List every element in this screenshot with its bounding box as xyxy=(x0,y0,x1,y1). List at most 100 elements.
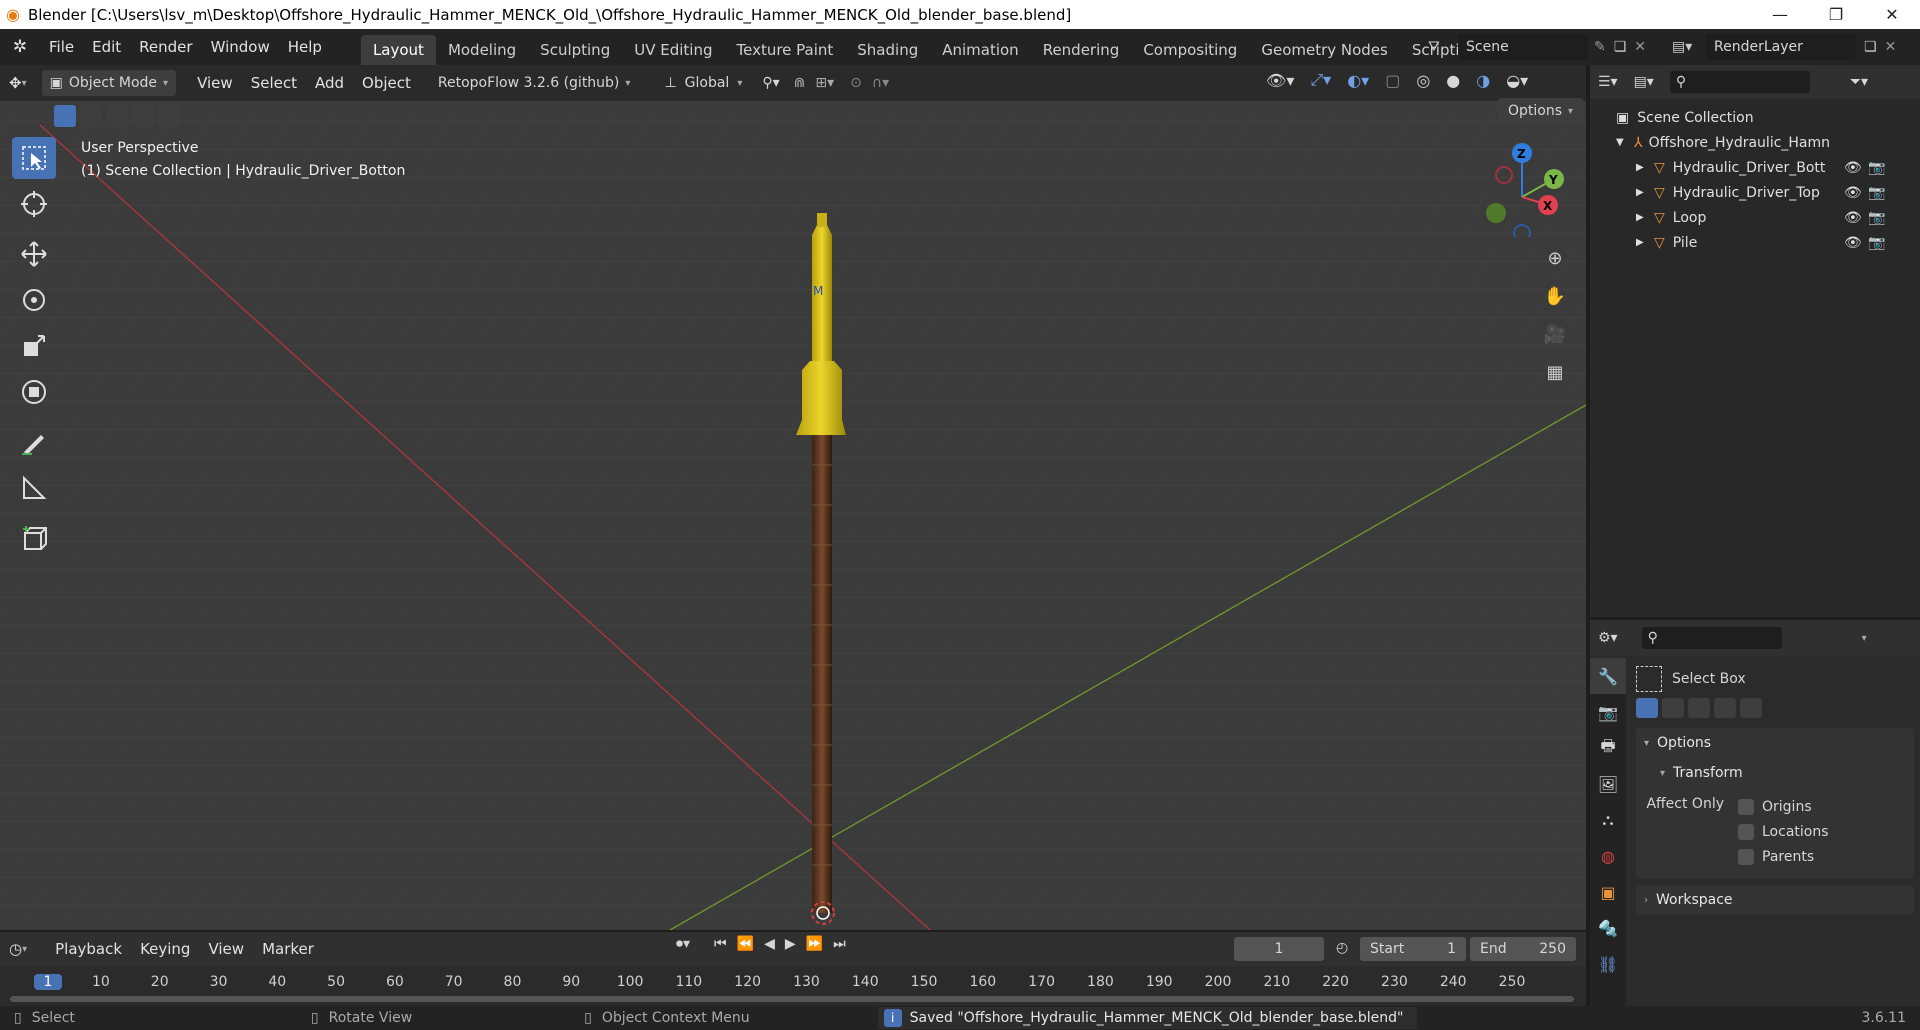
menu-file[interactable]: File xyxy=(40,29,83,65)
options-dropdown[interactable]: Options ▾ xyxy=(1498,98,1584,124)
close-button[interactable]: ✕ xyxy=(1864,0,1920,29)
select-new-icon[interactable] xyxy=(54,105,76,127)
new-layer-icon[interactable]: ❏ xyxy=(1864,39,1877,55)
options-panel-header[interactable]: ▾ Options xyxy=(1644,728,1906,758)
checkbox-locations[interactable]: Locations xyxy=(1738,819,1829,844)
checkbox-box[interactable] xyxy=(1738,848,1754,865)
wireframe-shading-icon[interactable]: ◎ xyxy=(1416,71,1430,90)
mode-intersect-icon[interactable] xyxy=(1740,698,1762,718)
visibility-eye-icon[interactable]: 👁 xyxy=(1844,235,1862,251)
checkbox-box[interactable] xyxy=(1738,823,1754,840)
tab-sculpting[interactable]: Sculpting xyxy=(528,35,622,65)
gizmo-z-label[interactable]: Z xyxy=(1517,147,1526,161)
tab-modeling[interactable]: Modeling xyxy=(436,35,528,65)
outliner-search[interactable]: ⚲ xyxy=(1669,71,1810,93)
pivot-icon[interactable]: ⚲▾ xyxy=(762,75,779,91)
select-intersect-icon[interactable] xyxy=(158,105,180,127)
select-box-tool[interactable] xyxy=(12,137,56,179)
tab-shading[interactable]: Shading xyxy=(845,35,930,65)
gizmo-x-label[interactable]: X xyxy=(1543,199,1553,213)
rotate-tool[interactable] xyxy=(12,279,56,321)
xray-icon[interactable]: ▢ xyxy=(1385,71,1400,90)
checkbox-box[interactable] xyxy=(1738,798,1754,815)
mode-new-icon[interactable] xyxy=(1636,698,1658,718)
tab-layout[interactable]: Layout xyxy=(360,35,436,65)
render-layer-selector[interactable]: ▤▾ RenderLayer ❏ ✕ xyxy=(1672,33,1896,61)
timeline-scrollbar[interactable] xyxy=(10,996,1574,1002)
scene-tab-icon[interactable]: ⛬ xyxy=(1590,802,1626,838)
gizmo-y-label[interactable]: Y xyxy=(1548,173,1558,187)
viewport-menu-object[interactable]: Object xyxy=(353,65,420,101)
render-camera-icon[interactable]: 📷 xyxy=(1868,160,1885,176)
menu-window[interactable]: Window xyxy=(202,29,279,65)
measure-tool[interactable] xyxy=(12,467,56,509)
collapse-icon[interactable]: ▾ xyxy=(1862,633,1867,644)
outliner-item[interactable]: ▶ ▽ Hydraulic_Driver_Top 👁 📷 xyxy=(1616,180,1896,205)
rendered-shading-icon[interactable]: ◒▾ xyxy=(1506,71,1528,90)
snap-target-icon[interactable]: ⊞▾ xyxy=(815,75,834,91)
maximize-button[interactable]: ❐ xyxy=(1808,0,1864,29)
cursor-tool[interactable] xyxy=(12,183,56,225)
add-cube-tool[interactable] xyxy=(12,517,56,559)
transform-tool[interactable] xyxy=(12,371,56,413)
filter-icon[interactable]: ⏷▾ xyxy=(1850,74,1868,90)
tab-animation[interactable]: Animation xyxy=(930,35,1030,65)
scene-selector[interactable]: ⛛ Scene ✎ ❏ ✕ xyxy=(1428,33,1646,61)
expand-arrow-icon[interactable]: ▶ xyxy=(1636,187,1654,198)
gizmo-toggle-icon[interactable]: ⤢▾ xyxy=(1310,70,1331,90)
mode-invert-icon[interactable] xyxy=(1714,698,1736,718)
visibility-icon[interactable]: 👁▾ xyxy=(1266,71,1294,90)
expand-arrow-icon[interactable]: ▶ xyxy=(1636,212,1654,223)
render-tab-icon[interactable]: 📷 xyxy=(1590,694,1626,730)
solid-shading-icon[interactable]: ● xyxy=(1446,71,1460,90)
world-tab-icon[interactable]: ◍ xyxy=(1590,838,1626,874)
mode-subtract-icon[interactable] xyxy=(1688,698,1710,718)
outliner-item[interactable]: ▶ ▽ Pile 👁 📷 xyxy=(1616,230,1896,255)
visibility-eye-icon[interactable]: 👁 xyxy=(1844,185,1862,201)
move-tool[interactable] xyxy=(12,233,56,275)
tab-compositing[interactable]: Compositing xyxy=(1131,35,1249,65)
frame-ruler[interactable]: 1 10 20 30 40 50 60 70 80 90 100 110 120 130 140 150 160… xyxy=(0,932,1586,1006)
select-subtract-icon[interactable] xyxy=(106,105,128,127)
render-layer-field[interactable]: RenderLayer xyxy=(1706,34,1856,60)
view-layer-tab-icon[interactable]: 🖼 xyxy=(1590,766,1626,802)
tab-texture-paint[interactable]: Texture Paint xyxy=(724,35,845,65)
expand-arrow-icon[interactable]: ▶ xyxy=(1636,237,1654,248)
scene-name-field[interactable]: Scene xyxy=(1458,34,1588,60)
properties-search[interactable]: ⚲ xyxy=(1641,627,1782,649)
output-tab-icon[interactable]: 🖶 xyxy=(1590,730,1626,766)
collection-row[interactable]: ▼ ⅄ Offshore_Hydraulic_Hamn xyxy=(1616,130,1920,155)
falloff-icon[interactable]: ∩▾ xyxy=(872,75,889,91)
render-camera-icon[interactable]: 📷 xyxy=(1868,235,1885,251)
visibility-eye-icon[interactable]: 👁 xyxy=(1844,210,1862,226)
viewport-menu-select[interactable]: Select xyxy=(242,65,306,101)
minimize-button[interactable]: — xyxy=(1752,0,1808,29)
viewport-menu-view[interactable]: View xyxy=(188,65,242,101)
properties-editor-icon[interactable]: ⚙▾ xyxy=(1598,630,1618,646)
camera-view-icon[interactable]: 🎥 xyxy=(1538,317,1572,351)
outliner-editor-icon[interactable]: ☰▾ xyxy=(1598,74,1618,90)
zoom-icon[interactable]: ⊕ xyxy=(1538,241,1572,275)
tab-uv-editing[interactable]: UV Editing xyxy=(622,35,724,65)
tab-rendering[interactable]: Rendering xyxy=(1031,35,1132,65)
outliner-item[interactable]: ▶ ▽ Hydraulic_Driver_Bott 👁 📷 xyxy=(1616,155,1896,180)
render-camera-icon[interactable]: 📷 xyxy=(1868,210,1885,226)
transform-subpanel-header[interactable]: ▾ Transform xyxy=(1644,758,1906,788)
menu-help[interactable]: Help xyxy=(279,29,331,65)
visibility-eye-icon[interactable]: 👁 xyxy=(1844,160,1862,176)
material-shading-icon[interactable]: ◑ xyxy=(1476,71,1490,90)
mode-selector[interactable]: ▣ Object Mode ▾ xyxy=(41,70,177,96)
menu-edit[interactable]: Edit xyxy=(83,29,130,65)
tab-geometry-nodes[interactable]: Geometry Nodes xyxy=(1249,35,1400,65)
viewport-menu-add[interactable]: Add xyxy=(306,65,353,101)
overlay-toggle-icon[interactable]: ◐▾ xyxy=(1347,71,1369,90)
ortho-toggle-icon[interactable]: ▦ xyxy=(1538,355,1572,389)
menu-render[interactable]: Render xyxy=(130,29,201,65)
outliner-item[interactable]: ▶ ▽ Loop 👁 📷 xyxy=(1616,205,1896,230)
snap-icon[interactable]: ⋒ xyxy=(794,75,806,91)
display-mode-icon[interactable]: ▤▾ xyxy=(1634,74,1654,90)
proportional-edit-icon[interactable]: ⊙ xyxy=(850,75,862,91)
select-invert-icon[interactable] xyxy=(132,105,154,127)
editor-type-icon[interactable]: ✥ ▾ xyxy=(0,65,36,101)
scene-collection-row[interactable]: ▣ Scene Collection xyxy=(1616,105,1920,130)
